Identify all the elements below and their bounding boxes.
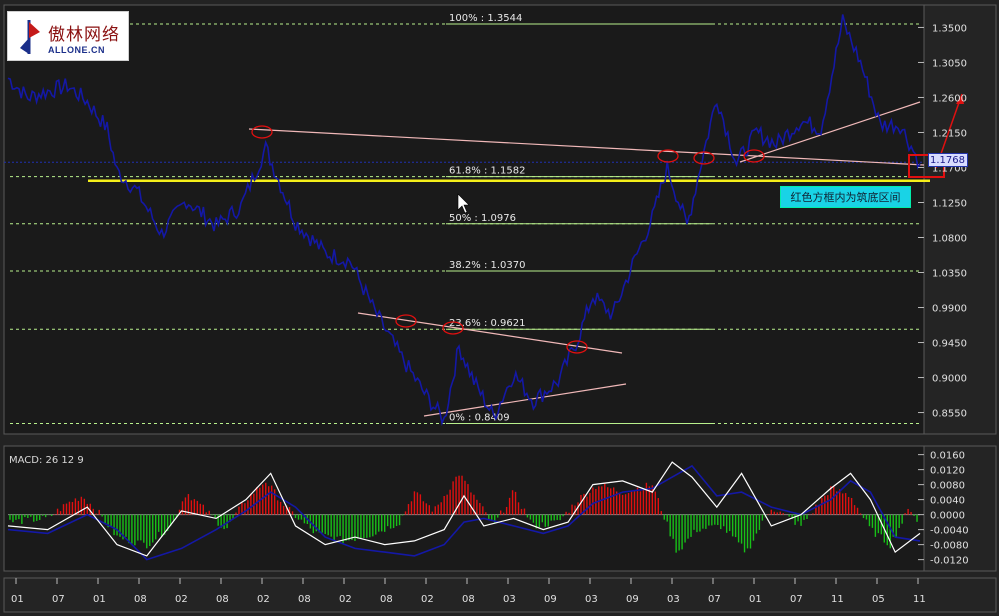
time-axis-label: 02 <box>339 594 352 605</box>
price-axis-label: 1.2600 <box>932 93 967 104</box>
time-axis-label: 08 <box>298 594 311 605</box>
macd-axis-label: 0.0080 <box>930 481 965 492</box>
fib-level-label: 0% : 0.8409 <box>449 413 510 424</box>
current-price-tag: 1.1768 <box>928 153 968 167</box>
time-axis-label: 11 <box>913 594 926 605</box>
macd-title: MACD: 26 12 9 <box>9 455 84 466</box>
price-axis-label: 1.0350 <box>932 269 967 280</box>
price-axis-label: 0.9900 <box>932 304 967 315</box>
time-axis-label: 03 <box>503 594 516 605</box>
price-axis-label: 1.3500 <box>932 23 967 34</box>
forex-chart: 100% : 1.3544 61.8% : 1.1582 50% : 1.0976 3… <box>3 4 997 613</box>
time-axis-label: 07 <box>790 594 803 605</box>
price-axis-label: 1.0800 <box>932 234 967 245</box>
price-axis-label: 1.3050 <box>932 58 967 69</box>
logo-flag-icon <box>20 20 40 54</box>
fib-level-label: 50% : 1.0976 <box>449 213 516 224</box>
time-axis-label: 03 <box>585 594 598 605</box>
time-axis-label: 02 <box>175 594 188 605</box>
time-axis-panel <box>3 577 997 613</box>
time-axis-label: 02 <box>421 594 434 605</box>
macd-panel <box>3 445 925 572</box>
time-axis-label: 02 <box>257 594 270 605</box>
macd-axis-label: 0.0160 <box>930 451 965 462</box>
logo-url: ALLONE.CN <box>48 45 105 55</box>
time-axis-label: 08 <box>216 594 229 605</box>
time-axis-label: 07 <box>52 594 65 605</box>
macd-axis-label: 0.0040 <box>930 496 965 507</box>
macd-axis-label: -0.0040 <box>930 526 969 537</box>
time-axis-label: 01 <box>93 594 106 605</box>
time-axis-label: 08 <box>462 594 475 605</box>
time-axis-label: 11 <box>831 594 844 605</box>
time-axis-label: 07 <box>708 594 721 605</box>
price-axis-label: 0.8550 <box>932 409 967 420</box>
macd-axis-label: 0.0000 <box>930 511 965 522</box>
macd-axis-label: 0.0120 <box>930 466 965 477</box>
time-axis-label: 09 <box>544 594 557 605</box>
price-axis-label: 1.1250 <box>932 198 967 209</box>
fib-level-label: 61.8% : 1.1582 <box>449 166 525 177</box>
logo: 傲林网络 ALLONE.CN <box>7 11 129 61</box>
time-axis-label: 01 <box>11 594 24 605</box>
time-axis-label: 08 <box>134 594 147 605</box>
price-axis-label: 0.9450 <box>932 339 967 350</box>
time-axis-label: 08 <box>380 594 393 605</box>
time-axis-label: 09 <box>626 594 639 605</box>
annotation-note: 红色方框内为筑底区间 <box>780 186 911 208</box>
price-axis-label: 1.2150 <box>932 128 967 139</box>
price-axis-label: 0.9000 <box>932 374 967 385</box>
logo-text: 傲林网络 <box>48 25 120 45</box>
macd-axis-label: -0.0080 <box>930 541 969 552</box>
time-axis-label: 05 <box>872 594 885 605</box>
fib-level-label: 100% : 1.3544 <box>449 13 522 24</box>
time-axis-label: 01 <box>749 594 762 605</box>
fib-level-label: 38.2% : 1.0370 <box>449 260 525 271</box>
time-axis-label: 03 <box>667 594 680 605</box>
macd-axis-label: -0.0120 <box>930 556 969 567</box>
